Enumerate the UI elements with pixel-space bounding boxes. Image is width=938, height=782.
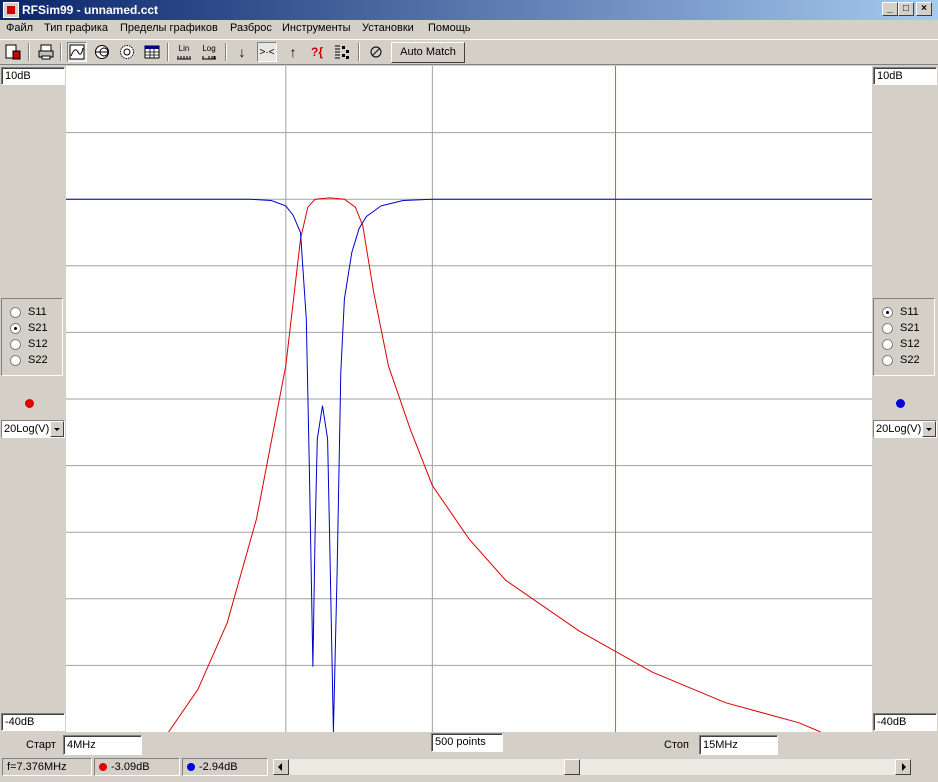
right-top-scale-field[interactable]: 10dB [873,67,937,85]
left-trace-color-indicator [25,399,34,408]
series-s21-line [168,197,821,733]
menu-tolerance[interactable]: Разброс [230,22,272,34]
marker-up-icon[interactable]: ↑ [283,42,303,62]
menu-settings[interactable]: Установки [362,22,414,34]
plot-svg [66,66,872,733]
right-trace-color-indicator [896,399,905,408]
marker-down-icon[interactable]: ↓ [232,42,252,62]
left-mode-value: 20Log(V) [4,423,50,435]
menu-graph-type[interactable]: Тип графика [44,22,108,34]
new-icon[interactable] [3,42,23,62]
menu-file[interactable]: Файл [6,22,33,34]
left-param-group: S11 S21 S12 S22 [1,298,63,376]
scroll-thumb[interactable] [564,759,580,775]
left-bottom-scale-field[interactable]: -40dB [1,713,65,731]
right-mode-value: 20Log(V) [876,423,922,435]
app-icon [3,2,19,18]
title-bar: RFSim99 - unnamed.cct _ □ × [0,0,938,20]
left-top-scale-field[interactable]: 10dB [1,67,65,85]
monte-carlo-icon[interactable] [332,42,352,62]
marker-center-icon[interactable]: >·< [257,42,277,62]
chevron-down-icon[interactable] [50,421,64,437]
menu-tools[interactable]: Инструменты [282,22,351,34]
right-bottom-scale-field[interactable]: -40dB [873,713,937,731]
status-frequency: f=7.376MHz [2,758,92,776]
scroll-left-button[interactable] [273,759,289,775]
status-red-value: -3.09dB [94,758,180,776]
menu-graph-limits[interactable]: Пределы графиков [120,22,218,34]
right-param-group: S11 S21 S12 S22 [873,298,935,376]
maximize-button[interactable]: □ [898,2,914,16]
print-icon[interactable] [36,42,56,62]
log-scale-icon[interactable]: Log [199,42,219,62]
window-title: RFSim99 - unnamed.cct [22,3,159,17]
blue-dot-icon [187,763,195,771]
chevron-down-icon[interactable] [922,421,936,437]
smith-chart-icon[interactable] [92,42,112,62]
stop-frequency-input[interactable]: 15MHz [699,735,778,755]
start-frequency-input[interactable]: 4MHz [63,735,142,755]
right-mode-select[interactable]: 20Log(V) [873,420,937,438]
menu-help[interactable]: Помощь [428,22,471,34]
help-icon[interactable]: ?{ [307,42,327,62]
lin-scale-icon[interactable]: Lin [174,42,194,62]
polar-chart-icon[interactable] [117,42,137,62]
red-dot-icon [99,763,107,771]
table-icon[interactable] [142,42,162,62]
marker-scrollbar[interactable] [272,758,912,776]
tune-icon[interactable] [366,42,386,62]
left-mode-select[interactable]: 20Log(V) [1,420,65,438]
stop-label: Стоп [664,739,689,751]
auto-match-button[interactable]: Auto Match [391,42,465,63]
lin-label: Lin [178,44,190,53]
close-button[interactable]: × [916,2,932,16]
minimize-button[interactable]: _ [882,2,898,16]
plot-area[interactable] [66,66,872,733]
rect-plot-icon[interactable] [67,42,87,62]
status-blue-value: -2.94dB [182,758,268,776]
log-label: Log [202,44,216,53]
menu-bar: Файл Тип графика Пределы графиков Разбро… [0,20,938,38]
scroll-right-button[interactable] [895,759,911,775]
points-input[interactable]: 500 points [431,733,503,752]
start-label: Старт [26,739,56,751]
toolbar: Lin Log ↓ >·< ↑ ?{ Auto Match [0,39,938,65]
